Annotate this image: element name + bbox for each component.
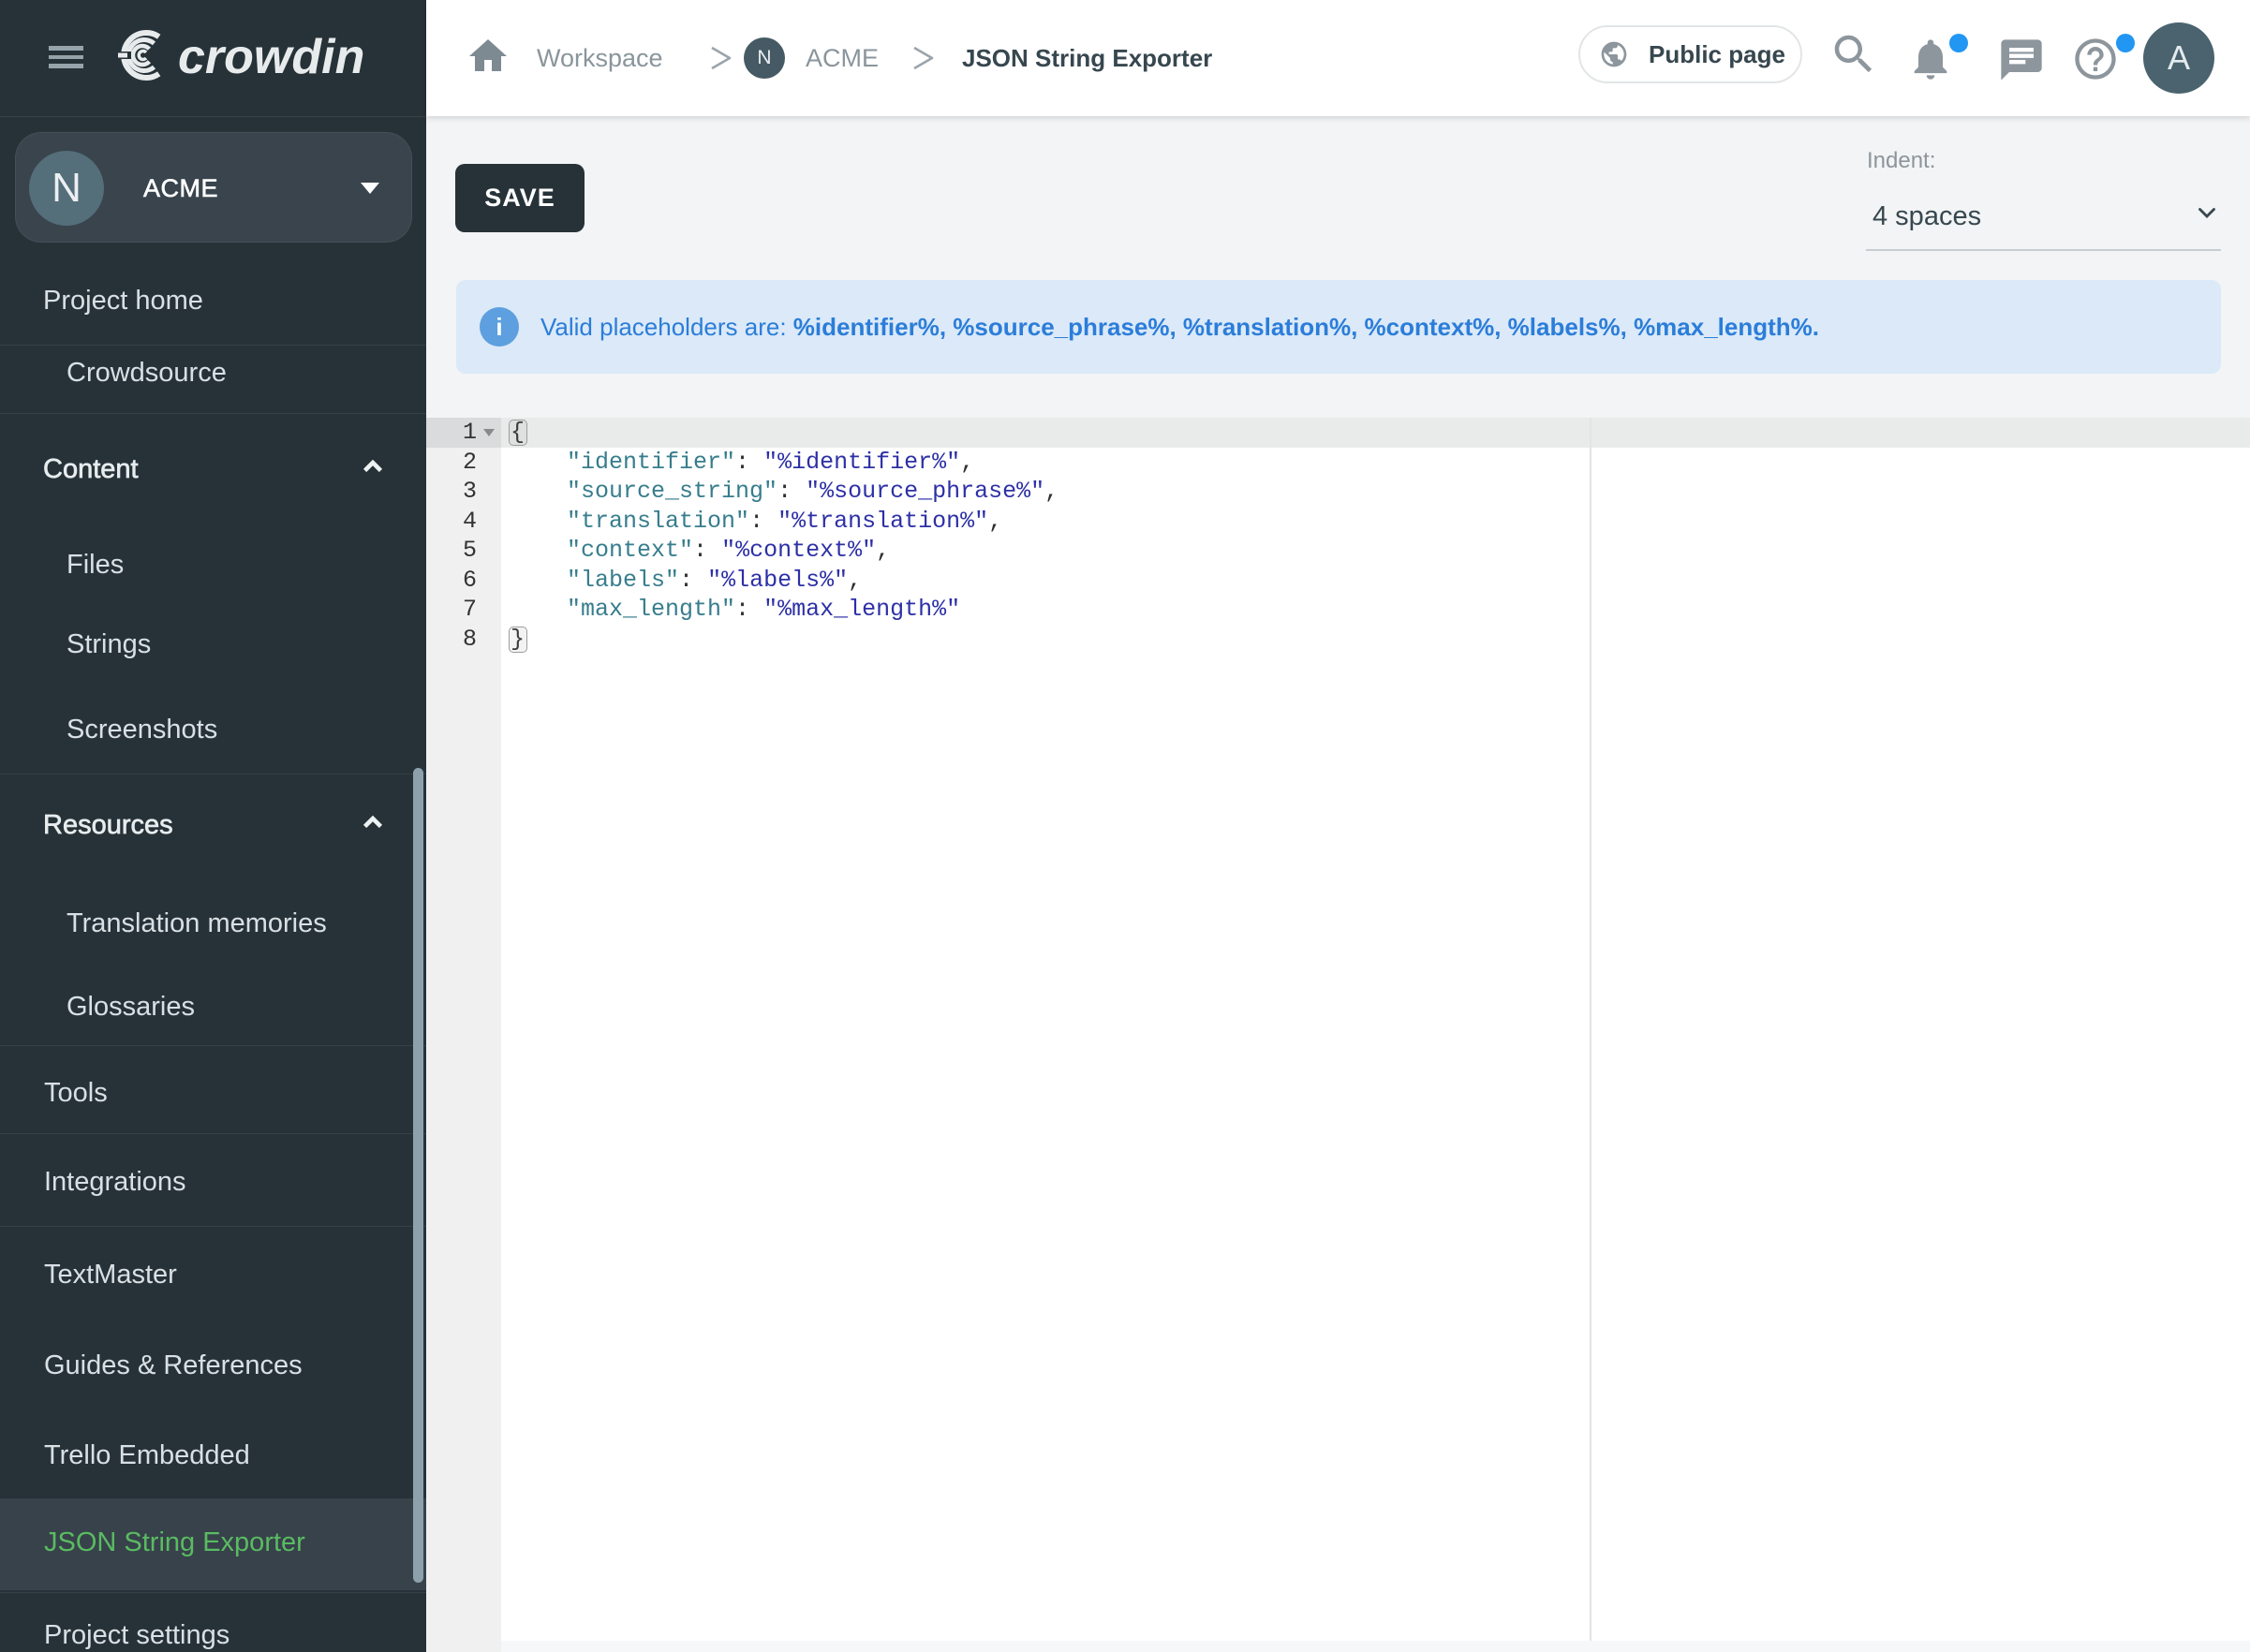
svg-text:crowdin: crowdin xyxy=(178,30,364,84)
